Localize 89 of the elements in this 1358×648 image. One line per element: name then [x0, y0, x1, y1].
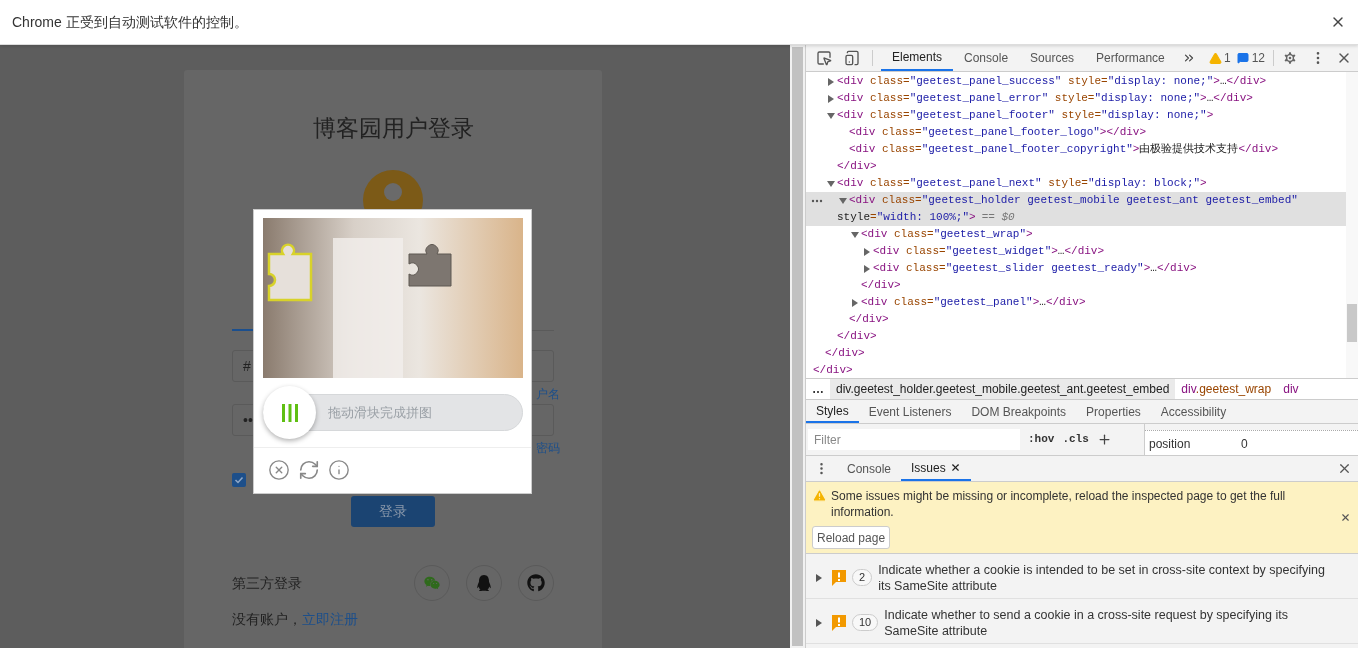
- dom-node-row[interactable]: <div class="geetest_panel_next" style="display: block;">: [806, 175, 1346, 192]
- device-toolbar-icon[interactable]: [844, 50, 860, 66]
- dom-node-row[interactable]: <div class="geetest_holder geetest_mobile geetest_ant geetest_embed" style="width: 100%;"> == $0: [806, 192, 1346, 226]
- dom-close-tag: </div>: [825, 345, 865, 362]
- dom-node-tag: <div class="geetest_wrap">: [861, 226, 1033, 243]
- penguin-icon: [476, 575, 492, 591]
- expanded-triangle-icon[interactable]: [851, 230, 859, 239]
- issue-row[interactable]: 10 Indicate whether to send a cookie in a cross-site request by specifying its SameSite attribute: [806, 599, 1358, 644]
- slider-thumb[interactable]: [263, 386, 316, 439]
- dom-node-row[interactable]: <div class="geetest_panel_error" style="display: none;">…</div>: [806, 90, 1346, 107]
- scrollbar-thumb[interactable]: [1347, 304, 1357, 342]
- login-button[interactable]: 登录: [351, 496, 435, 527]
- dom-node-tag: <div class="geetest_panel">…</div>: [861, 294, 1086, 311]
- breadcrumb-item[interactable]: div: [1277, 379, 1305, 399]
- issue-title: Indicate whether to send a cookie in a cross-site request by specifying its SameSite attribute: [884, 607, 1289, 639]
- issue-warning-icon: [832, 615, 846, 631]
- dom-node-row[interactable]: <div class="geetest_panel">…</div>: [806, 294, 1346, 311]
- dom-node-row[interactable]: <div class="geetest_wrap">: [806, 226, 1346, 243]
- warning-icon: [812, 488, 827, 503]
- collapsed-triangle-icon[interactable]: [851, 298, 859, 307]
- dom-node-row[interactable]: <div class="geetest_panel_footer_copyright">由极验提供技术支持</div>: [806, 141, 1346, 158]
- settings-icon[interactable]: [1282, 50, 1298, 66]
- sidebar-tab[interactable]: Event Listeners: [858, 400, 962, 423]
- dom-node-tag: style="width: 100%;">: [837, 209, 976, 226]
- reload-page-button[interactable]: Reload page: [812, 526, 891, 549]
- filter-field[interactable]: Filter: [808, 429, 1020, 450]
- sidebar-tab[interactable]: DOM Breakpoints: [961, 400, 1077, 423]
- close-icon[interactable]: [1340, 512, 1351, 523]
- drawer-tab[interactable]: Console: [837, 456, 902, 481]
- message-icon[interactable]: [1236, 52, 1249, 64]
- breadcrumb-item[interactable]: div.geetest_holder.geetest_mobile.geetest_ant.geetest_embed: [830, 379, 1176, 399]
- dom-node-tag: <div class="geetest_panel_footer_logo"></div>: [849, 124, 1147, 141]
- wechat-icon: [424, 575, 440, 591]
- breadcrumb-overflow[interactable]: …: [806, 380, 830, 398]
- dom-close-tag: </div>: [849, 311, 889, 328]
- banner-message: Some issues might be missing or incomplete, reload the inspected page to get the full information.: [831, 488, 1287, 520]
- class-button[interactable]: .cls: [1062, 431, 1089, 448]
- warning-count[interactable]: 1: [1223, 49, 1231, 67]
- info-icon[interactable]: [328, 459, 350, 481]
- grip-icon: [281, 403, 298, 422]
- dom-node-tag: <div class="geetest_panel_next" style="display: block;">: [837, 175, 1207, 192]
- slider-hint: 拖动滑块完成拼图: [328, 403, 432, 422]
- infobar-message: Chrome 正受到自动测试软件的控制。: [12, 12, 248, 32]
- dom-node-tag: <div class="geetest_holder geetest_mobile geetest_ant geetest_embed": [849, 192, 1298, 209]
- dom-node-row[interactable]: <div class="geetest_widget">…</div>: [806, 243, 1346, 260]
- selected-node-marker: == $0: [981, 210, 1015, 225]
- dom-node-tag: <div class="geetest_panel_error" style="display: none;">…</div>: [837, 90, 1253, 107]
- property-value: 0: [1241, 436, 1248, 453]
- dom-node-tag: <div class="geetest_panel_footer" style="display: none;">: [837, 107, 1214, 124]
- dom-node-row[interactable]: <div class="geetest_panel_footer_logo"></div>: [806, 124, 1346, 141]
- inspect-icon[interactable]: [816, 50, 832, 66]
- hover-state-button[interactable]: :hov: [1028, 431, 1055, 448]
- dom-node-row[interactable]: <div class="geetest_slider geetest_ready">…</div>: [806, 260, 1346, 277]
- ellipsis-icon[interactable]: [811, 199, 823, 203]
- dom-node-row[interactable]: <div class="geetest_panel_success" style="display: none;">…</div>: [806, 73, 1346, 90]
- add-rule-icon[interactable]: [1096, 432, 1112, 447]
- devtools-tab[interactable]: Console: [953, 45, 1020, 71]
- devtools-tab[interactable]: Sources: [1019, 45, 1086, 71]
- issue-count: 2: [852, 569, 873, 586]
- issue-warning-icon: [832, 570, 846, 586]
- sidebar-tab[interactable]: Properties: [1076, 400, 1151, 423]
- github-icon: [527, 574, 545, 592]
- close-tab-icon[interactable]: [949, 462, 961, 473]
- dom-node-tag: <div class="geetest_panel_footer_copyright">由极验提供技术支持</div>: [849, 141, 1279, 158]
- expanded-triangle-icon[interactable]: [827, 111, 835, 120]
- property-name: position: [1149, 436, 1192, 453]
- collapsed-triangle-icon[interactable]: [816, 619, 822, 627]
- message-count[interactable]: 12: [1251, 49, 1265, 67]
- dom-close-tag: </div>: [861, 277, 901, 294]
- issue-row[interactable]: 2 Indicate whether a cookie is intended to be set in cross-site context by specifying its SameSite attribute: [806, 554, 1358, 599]
- devtools-tab[interactable]: Performance: [1085, 45, 1176, 71]
- dom-close-tag: </div>: [813, 362, 853, 378]
- dom-node-tag: <div class="geetest_panel_success" style="display: none;">…</div>: [837, 73, 1267, 90]
- dom-node-tag: <div class="geetest_slider geetest_ready">…</div>: [873, 260, 1197, 277]
- collapsed-triangle-icon[interactable]: [816, 574, 822, 582]
- remember-checkbox[interactable]: [232, 473, 246, 487]
- issue-title: Indicate whether a cookie is intended to be set in cross-site context by specifying its SameSite attribute: [878, 562, 1326, 594]
- dom-node-tag: <div class="geetest_widget">…</div>: [873, 243, 1105, 260]
- dom-close-tag: </div>: [837, 328, 877, 345]
- dom-close-tag: </div>: [837, 158, 877, 175]
- issue-count: 10: [852, 614, 879, 631]
- refresh-icon[interactable]: [298, 459, 320, 481]
- sidebar-tab[interactable]: Accessibility: [1150, 400, 1237, 423]
- checkmark-icon: [234, 475, 244, 485]
- breadcrumb-item[interactable]: div.geetest_wrap: [1175, 379, 1278, 399]
- login-title: 博客园用户登录: [311, 114, 475, 142]
- close-icon[interactable]: [1337, 461, 1352, 476]
- dom-node-row[interactable]: <div class="geetest_panel_footer" style="display: none;">: [806, 107, 1346, 124]
- no-account-text: 没有账户，: [232, 609, 302, 629]
